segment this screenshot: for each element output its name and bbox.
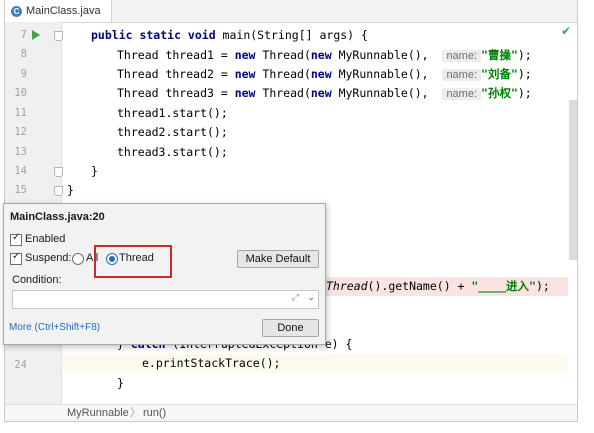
keyword: new <box>310 48 332 62</box>
code-text: Thread( <box>255 86 311 100</box>
code-line: thread1.start(); <box>117 106 228 120</box>
make-default-button[interactable]: Make Default <box>237 250 319 268</box>
condition-label: Condition: <box>12 274 62 286</box>
code-line: public static void main(String[] args) { <box>91 26 368 45</box>
code-text: MyRunnable(), <box>331 86 443 100</box>
parameter-hint: name: <box>442 69 482 81</box>
code-line: Thread thread2 = new Thread(new MyRunnab… <box>117 65 532 84</box>
code-line: thread2.start(); <box>117 125 228 139</box>
code-text: main(String[] args) { <box>215 28 368 42</box>
line-number: 7 <box>20 29 27 41</box>
keyword: public static void <box>91 28 216 42</box>
expand-arrows-icon[interactable]: ⤢ <box>292 292 299 303</box>
more-link[interactable]: More (Ctrl+Shift+F8) <box>9 322 100 333</box>
breadcrumb: MyRunnable 〉 run() <box>5 404 577 421</box>
code-text: Thread( <box>255 48 311 62</box>
line-number: 9 <box>20 68 27 80</box>
breadcrumb-separator: 〉 <box>130 407 141 419</box>
class-c-icon: C <box>11 5 22 17</box>
string-literal: "刘备" <box>481 67 518 81</box>
code-text: Thread thread2 = <box>117 67 235 81</box>
code-line: } <box>67 183 74 197</box>
check-icon: ✓ <box>12 232 21 243</box>
line-number: 8 <box>20 48 27 60</box>
code-text: ); <box>517 48 532 62</box>
suspend-all-radio[interactable] <box>72 253 84 265</box>
code-text: ); <box>517 86 532 100</box>
code-text: ); <box>535 279 550 293</box>
code-line: thread3.start(); <box>117 145 228 159</box>
code-line: } <box>117 376 124 390</box>
line-number: 14 <box>14 165 27 177</box>
code-line: Thread thread1 = new Thread(new MyRunnab… <box>117 46 532 65</box>
keyword: new <box>310 86 332 100</box>
code-text: Thread <box>326 279 368 293</box>
string-literal: "曹操" <box>481 48 518 62</box>
code-line: e.printStackTrace(); <box>142 356 281 370</box>
line-number: 12 <box>14 126 27 138</box>
enabled-checkbox[interactable]: ✓ <box>10 232 22 246</box>
condition-input[interactable]: ⤢ ⌄ <box>12 290 319 309</box>
code-text: Thread( <box>255 67 311 81</box>
keyword: new <box>234 86 256 100</box>
enabled-label: Enabled <box>25 233 66 245</box>
run-icon[interactable] <box>32 30 40 40</box>
code-text: MyRunnable(), <box>331 67 443 81</box>
line-number: 10 <box>14 87 27 99</box>
line-number: 15 <box>14 184 27 196</box>
inspection-ok-icon[interactable]: ✔ <box>561 24 571 38</box>
line-number: 24 <box>14 359 27 371</box>
tab-mainclass[interactable]: C MainClass.java <box>5 0 112 22</box>
suspend-label: Suspend: <box>25 252 72 264</box>
done-button[interactable]: Done <box>262 319 319 337</box>
suspend-checkbox[interactable]: ✓ <box>10 251 22 265</box>
keyword: new <box>234 67 256 81</box>
code-text: ().getName() + <box>367 279 472 293</box>
code-text: MyRunnable(), <box>331 48 443 62</box>
parameter-hint: name: <box>442 88 482 100</box>
chevron-down-icon[interactable]: ⌄ <box>307 292 315 303</box>
code-text: ); <box>517 67 532 81</box>
editor-tab-bar: C MainClass.java <box>5 0 577 23</box>
code-line: Thread thread3 = new Thread(new MyRunnab… <box>117 84 532 103</box>
code-line: } <box>91 164 98 178</box>
code-text: Thread thread3 = <box>117 86 235 100</box>
check-icon: ✓ <box>12 251 21 262</box>
line-number: 11 <box>14 107 27 119</box>
current-line-highlight <box>62 354 568 373</box>
string-literal: "____进入" <box>471 279 536 293</box>
breadcrumb-class[interactable]: MyRunnable <box>67 405 129 421</box>
vertical-scrollbar[interactable] <box>569 100 577 260</box>
keyword: new <box>310 67 332 81</box>
parameter-hint: name: <box>442 50 482 62</box>
code-line: Thread().getName() + "____进入"); <box>326 277 550 296</box>
popup-title: MainClass.java:20 <box>10 211 105 223</box>
highlight-box <box>94 245 172 278</box>
line-number: 13 <box>14 146 27 158</box>
code-text: Thread thread1 = <box>117 48 235 62</box>
tab-label: MainClass.java <box>26 5 101 17</box>
string-literal: "孙权" <box>481 86 518 100</box>
keyword: new <box>234 48 256 62</box>
breadcrumb-method[interactable]: run() <box>143 405 166 421</box>
